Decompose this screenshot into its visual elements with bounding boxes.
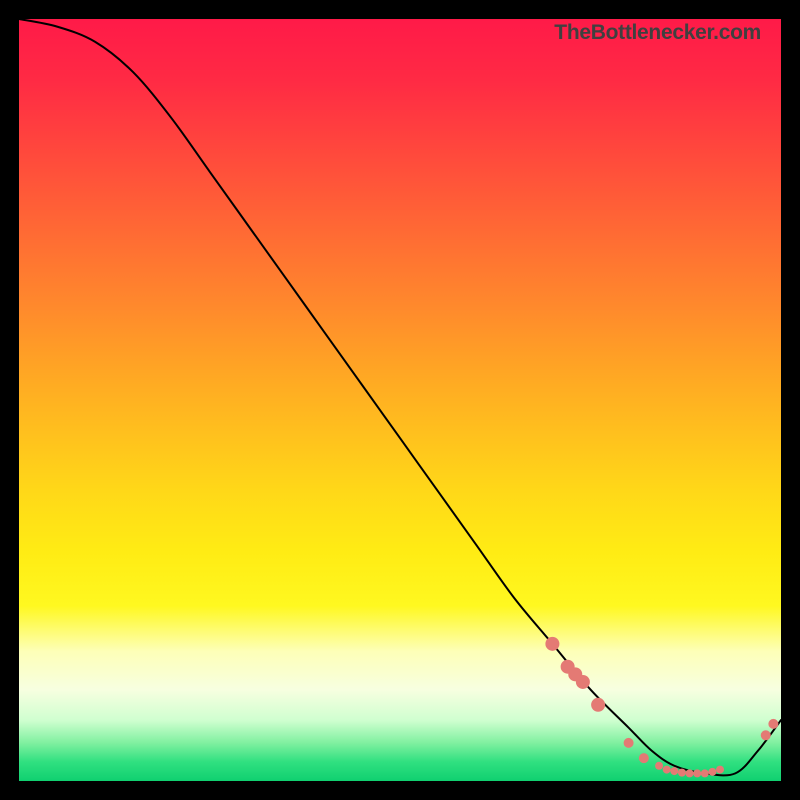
- chart-container: TheBottlenecker.com: [0, 0, 800, 800]
- data-point: [663, 766, 671, 774]
- data-point: [639, 753, 649, 763]
- data-point: [678, 769, 686, 777]
- curve-svg: [19, 19, 781, 781]
- data-point: [708, 768, 716, 776]
- bottleneck-curve: [19, 19, 781, 775]
- data-point: [693, 769, 701, 777]
- data-point: [670, 767, 678, 775]
- data-point: [576, 675, 590, 689]
- data-point: [768, 719, 778, 729]
- data-point: [591, 698, 605, 712]
- data-markers: [545, 637, 778, 778]
- data-point: [655, 762, 663, 770]
- data-point: [624, 738, 634, 748]
- data-point: [761, 730, 771, 740]
- plot-area: TheBottlenecker.com: [19, 19, 781, 781]
- data-point: [701, 769, 709, 777]
- data-point: [545, 637, 559, 651]
- data-point: [686, 769, 694, 777]
- data-point: [716, 766, 724, 774]
